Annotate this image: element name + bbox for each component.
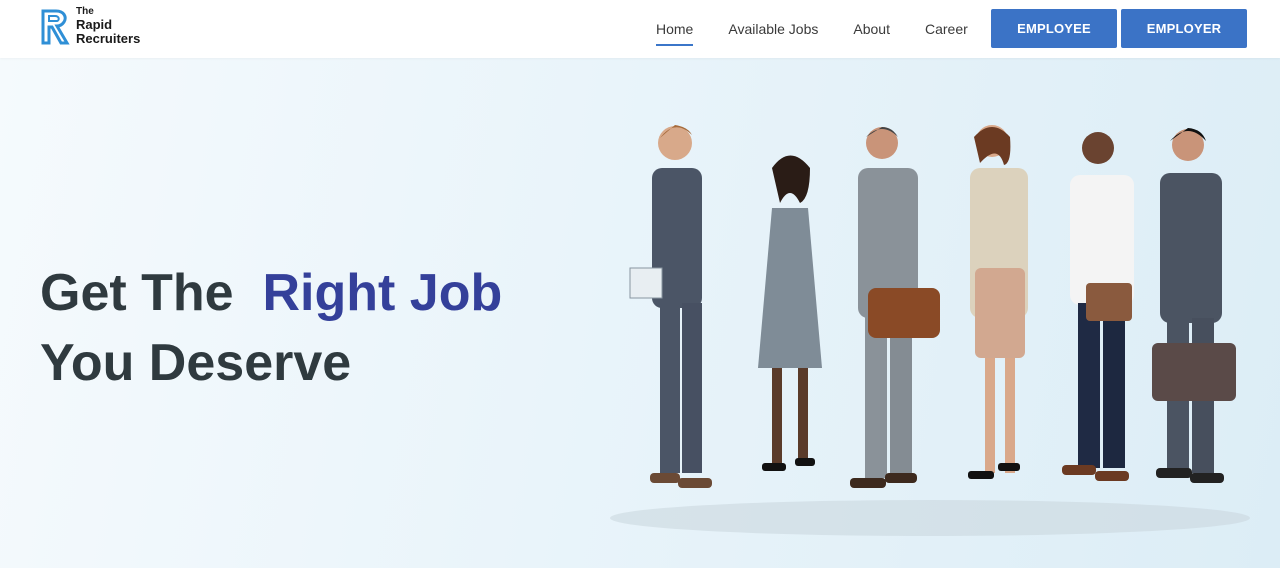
employee-button[interactable]: EMPLOYEE — [991, 9, 1117, 48]
site-header: The Rapid Recruiters Home Available Jobs… — [0, 0, 1280, 58]
hero-people-image — [610, 125, 1250, 536]
hero-headline: Get The Right Job You Deserve — [40, 258, 502, 398]
nav-about[interactable]: About — [853, 0, 890, 58]
headline-accent: Right Job — [262, 264, 503, 322]
logo-r-icon — [41, 9, 70, 45]
nav-home[interactable]: Home — [656, 0, 694, 58]
employer-button[interactable]: EMPLOYER — [1121, 9, 1247, 48]
main-nav: Home Available Jobs About Career — [656, 0, 1003, 58]
brand-logo[interactable]: The Rapid Recruiters — [40, 7, 140, 47]
brand-name: The Rapid Recruiters — [76, 6, 141, 46]
brand-line-1: The — [76, 6, 94, 17]
headline-line-1: Get The Right Job — [40, 258, 502, 328]
nav-available-jobs[interactable]: Available Jobs — [728, 0, 818, 58]
nav-career[interactable]: Career — [925, 0, 968, 58]
hero-section: Get The Right Job You Deserve — [0, 58, 1280, 568]
brand-line-2: Rapid — [76, 17, 113, 32]
headline-line-2: You Deserve — [40, 334, 352, 392]
headline-part-1: Get The — [40, 264, 234, 322]
brand-line-3: Recruiters — [76, 31, 141, 46]
